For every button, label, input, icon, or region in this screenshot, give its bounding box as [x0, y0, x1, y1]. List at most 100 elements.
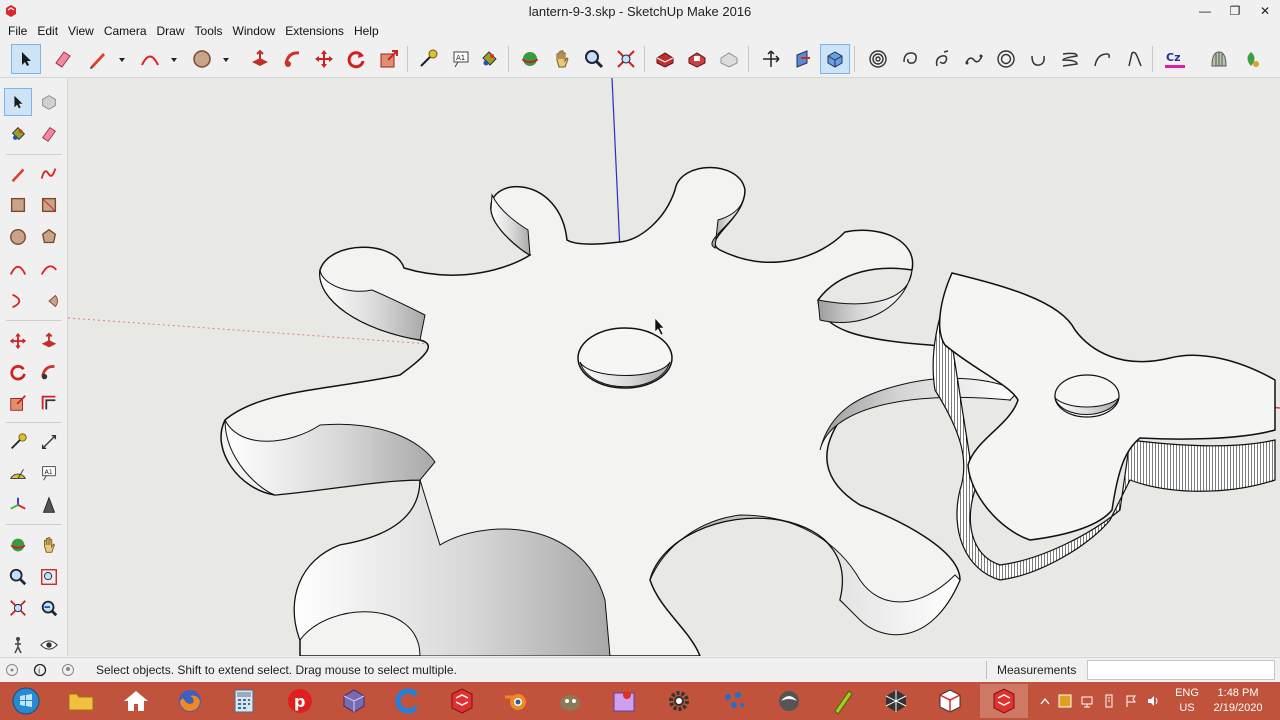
show-hidden-icons[interactable]	[1038, 694, 1052, 708]
model-canvas[interactable]	[68, 78, 1280, 656]
lt-rectangle-button[interactable]	[4, 191, 32, 219]
orbit-tool-button[interactable]	[515, 44, 545, 74]
lt-3-point-arc-button[interactable]	[4, 287, 32, 315]
lt-offset-button[interactable]	[35, 389, 63, 417]
line-tool-button[interactable]	[83, 44, 113, 74]
lt-paint-bucket-button[interactable]	[4, 120, 32, 148]
lt-protractor-button[interactable]	[4, 459, 32, 487]
arc-tool-button[interactable]	[135, 44, 165, 74]
menu-window[interactable]: Window	[228, 22, 281, 41]
lt-tape-measure-button[interactable]	[4, 428, 32, 456]
lt-line-button[interactable]	[4, 160, 32, 188]
spiral-tool-6-button[interactable]	[1023, 44, 1053, 74]
lt-polygon-button[interactable]	[35, 223, 63, 251]
taskbar-pdf-reader[interactable]: p	[276, 684, 324, 718]
lt-push-pull-button[interactable]	[35, 327, 63, 355]
lt-pan-button[interactable]	[35, 531, 63, 559]
paint-bucket-tool-button[interactable]	[474, 44, 504, 74]
taskbar-calculator[interactable]	[220, 684, 268, 718]
taskbar-gimp[interactable]	[546, 684, 594, 718]
lt-follow-me-button[interactable]	[35, 358, 63, 386]
lt-walk-button[interactable]	[4, 631, 32, 659]
lt-arc-button[interactable]	[4, 255, 32, 283]
extension-warehouse-button[interactable]	[682, 44, 712, 74]
lt-zoom-extents-button[interactable]	[4, 594, 32, 622]
lt-circle-button[interactable]	[4, 223, 32, 251]
lt-eraser-button[interactable]	[35, 120, 63, 148]
language-indicator[interactable]: ENG US	[1170, 686, 1204, 716]
menu-view[interactable]: View	[63, 22, 99, 41]
shape-dropdown-icon[interactable]	[222, 56, 230, 64]
tray-network-icon[interactable]	[1080, 694, 1094, 708]
taskbar-sketchup-2[interactable]	[926, 684, 974, 718]
zoom-tool-button[interactable]	[579, 44, 609, 74]
menu-help[interactable]: Help	[349, 22, 384, 41]
spiral-tool-1-button[interactable]	[863, 44, 893, 74]
lt-rotate-button[interactable]	[4, 358, 32, 386]
lt-text-button[interactable]: A1	[35, 459, 63, 487]
scale-tool-button[interactable]	[374, 44, 404, 74]
taskbar-home[interactable]	[112, 684, 160, 718]
tray-flag-icon[interactable]	[1124, 694, 1138, 708]
taskbar-pencil-app[interactable]	[818, 684, 866, 718]
start-button[interactable]	[2, 684, 50, 718]
taskbar-inkscape[interactable]	[765, 684, 813, 718]
push-pull-tool-button[interactable]	[245, 44, 275, 74]
rotate-tool-button[interactable]	[341, 44, 371, 74]
spiral-tool-5-button[interactable]	[991, 44, 1021, 74]
lt-orbit-button[interactable]	[4, 531, 32, 559]
spiral-tool-9-button[interactable]	[1119, 44, 1149, 74]
lt-3d-text-button[interactable]	[35, 491, 63, 519]
lt-zoom-window-button[interactable]	[35, 563, 63, 591]
model-viewport[interactable]	[68, 78, 1280, 656]
tape-measure-tool-button[interactable]	[413, 44, 443, 74]
lt-pie-button[interactable]	[35, 287, 63, 315]
eraser-tool-button[interactable]	[48, 44, 78, 74]
lt-scale-button[interactable]	[4, 389, 32, 417]
text-tool-button[interactable]: A1	[446, 44, 476, 74]
section-plane-tool-button[interactable]	[788, 44, 818, 74]
spiral-tool-2-button[interactable]	[895, 44, 925, 74]
circle-tool-button[interactable]	[187, 44, 217, 74]
lt-freehand-button[interactable]	[35, 160, 63, 188]
arc-dropdown-icon[interactable]	[170, 56, 178, 64]
spiral-tool-3-button[interactable]	[927, 44, 957, 74]
tray-volume-icon[interactable]	[1146, 694, 1160, 708]
lt-look-around-button[interactable]	[35, 631, 63, 659]
menu-edit[interactable]: Edit	[32, 22, 63, 41]
taskbar-paint[interactable]	[600, 684, 648, 718]
follow-me-tool-button[interactable]	[278, 44, 308, 74]
taskbar-3d-app[interactable]	[330, 684, 378, 718]
ruby-plugin-button[interactable]	[1236, 44, 1266, 74]
zoom-extents-tool-button[interactable]	[611, 44, 641, 74]
tray-app-icon[interactable]	[1058, 694, 1072, 708]
shell-plugin-button[interactable]	[1204, 44, 1234, 74]
layout-button[interactable]	[714, 44, 744, 74]
sketchup-app-icon[interactable]	[4, 4, 18, 18]
system-clock[interactable]: 1:48 PM 2/19/2020	[1208, 686, 1268, 716]
taskbar-sketchup-1[interactable]	[438, 684, 486, 718]
lt-previous-view-button[interactable]	[35, 594, 63, 622]
measurements-input[interactable]	[1087, 660, 1275, 680]
spiral-tool-8-button[interactable]	[1087, 44, 1117, 74]
curve-plugin-button[interactable]: Cz	[1160, 44, 1190, 74]
taskbar-settings[interactable]	[655, 684, 703, 718]
close-button[interactable]: ✕	[1250, 0, 1280, 22]
lt-axes-button[interactable]	[4, 491, 32, 519]
geo-location-icon[interactable]	[5, 663, 19, 677]
x-ray-button[interactable]	[820, 44, 850, 74]
pan-tool-button[interactable]	[547, 44, 577, 74]
taskbar-blender[interactable]	[492, 684, 540, 718]
3d-warehouse-button[interactable]	[650, 44, 680, 74]
select-tool-button[interactable]	[11, 44, 41, 74]
menu-tools[interactable]: Tools	[190, 22, 228, 41]
lt-rotated-rectangle-button[interactable]	[35, 191, 63, 219]
lt-dimensions-button[interactable]	[35, 428, 63, 456]
move-tool-button[interactable]	[309, 44, 339, 74]
spiral-tool-7-button[interactable]	[1055, 44, 1085, 74]
menu-file[interactable]: File	[3, 22, 32, 41]
taskbar-ccleaner[interactable]	[384, 684, 432, 718]
menu-draw[interactable]: Draw	[152, 22, 190, 41]
user-account-icon[interactable]	[61, 663, 75, 677]
taskbar-sketchup-active[interactable]	[980, 684, 1028, 718]
